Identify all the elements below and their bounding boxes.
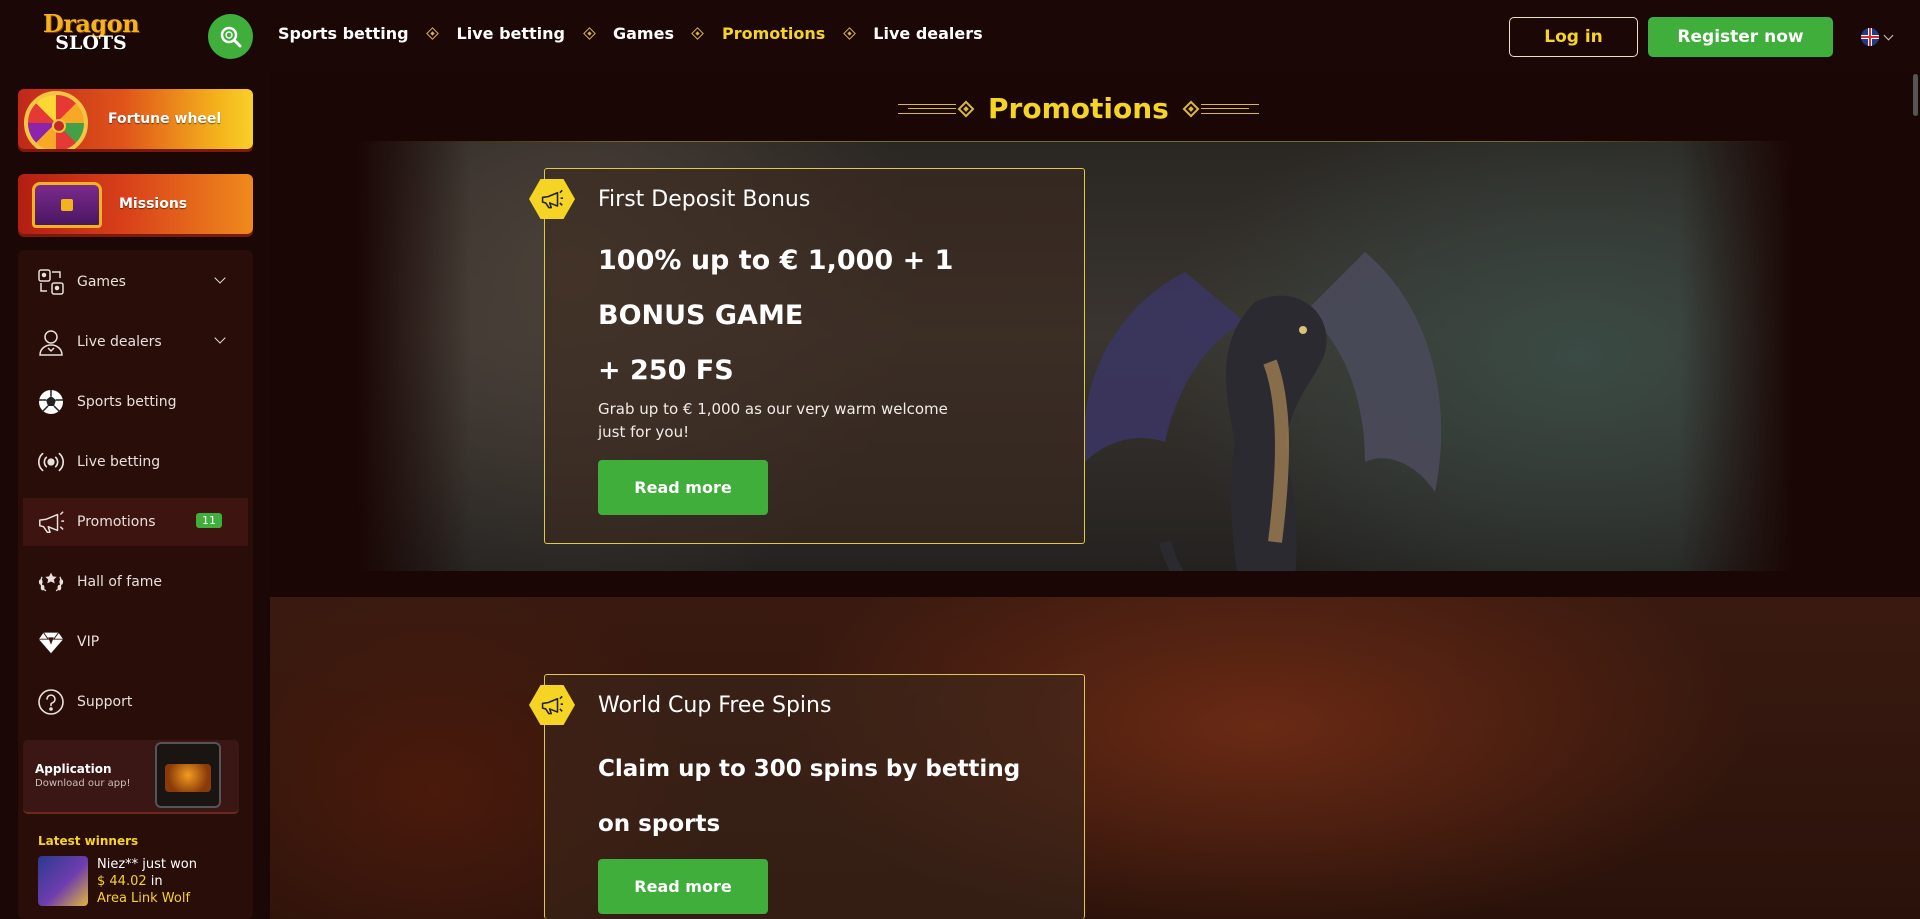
nav-separator [825,27,873,40]
sidebar-item-hall-of-fame[interactable]: Hall of fame [23,558,248,606]
sidebar: Fortune wheel Missions Games Live dealer… [0,72,270,919]
winner-game-thumbnail[interactable] [38,856,88,906]
sidebar-item-live-dealers[interactable]: Live dealers [23,318,248,366]
promo-headline-line: BONUS GAME [598,300,804,331]
promo-card-world-cup: World Cup Free Spins Claim up to 300 spi… [529,674,1085,919]
chevron-down-icon [1883,30,1894,40]
page-title-block: Promotions [898,92,1259,125]
diamond-icon [691,27,705,40]
main-nav: Sports betting Live betting Games Promot… [278,24,983,43]
read-more-button[interactable]: Read more [598,460,768,515]
megaphone-icon [37,508,65,536]
uk-flag-icon [1861,28,1879,46]
chevron-down-icon [214,332,226,344]
missions-button[interactable]: Missions [18,174,253,234]
diamond-icon [582,27,596,40]
soccer-ball-icon [37,388,65,416]
question-icon [37,688,65,716]
sidebar-item-label: Promotions [77,514,156,530]
nav-promotions[interactable]: Promotions [722,24,825,43]
sidebar-item-sports-betting[interactable]: Sports betting [23,378,248,426]
sidebar-item-label: Live dealers [77,334,162,350]
app-download-card[interactable]: Application Download our app! [23,740,239,814]
sidebar-item-label: Sports betting [77,394,177,410]
fortune-wheel-icon [24,91,88,149]
sidebar-item-vip[interactable]: VIP [23,618,248,666]
promotions-count-badge: 11 [196,513,222,528]
nav-sports-betting[interactable]: Sports betting [278,24,409,43]
sidebar-item-label: Games [77,274,126,290]
page-title: Promotions [988,92,1169,125]
sidebar-item-support[interactable]: Support [23,678,248,726]
title-ornament-left [898,100,976,117]
dragon-illustration [1083,252,1442,571]
sidebar-menu: Games Live dealers Sports betting Live b… [18,250,253,919]
games-icon [37,268,65,296]
winner-amount-line: $ 44.02 in [97,873,197,890]
nav-live-betting[interactable]: Live betting [457,24,565,43]
nav-separator [409,27,457,40]
winner-name: Niez** just won [97,857,197,872]
login-button[interactable]: Log in [1509,17,1638,57]
sidebar-item-games[interactable]: Games [23,258,248,306]
promo-title: World Cup Free Spins [598,693,832,718]
sidebar-item-live-betting[interactable]: Live betting [23,438,248,486]
main-content: Promotions First Deposit Bonus 100% up t… [270,72,1920,919]
broadcast-icon [37,448,65,476]
promo-headline-line: 100% up to € 1,000 + 1 [598,245,954,276]
language-selector[interactable] [1861,28,1894,46]
sidebar-item-label: Hall of fame [77,574,163,590]
logo-line-2: SLOTS [55,31,127,54]
treasure-chest-icon [32,182,102,228]
promo-card-first-deposit: First Deposit Bonus 100% up to € 1,000 +… [529,168,1085,544]
header: Dragon SLOTS Sports betting Live betting… [0,0,1920,72]
sidebar-item-promotions[interactable]: Promotions 11 [23,498,248,546]
brand-logo[interactable]: Dragon SLOTS [36,8,146,56]
winner-in: in [150,874,163,889]
promo-banner-image-2 [270,597,1920,919]
nav-separator [565,27,613,40]
nav-live-dealers[interactable]: Live dealers [873,24,982,43]
promo-description: Grab up to € 1,000 as our very warm welc… [598,400,948,441]
chevron-down-icon [214,272,226,284]
diamond-icon [842,27,856,40]
title-ornament-right [1181,100,1259,117]
winner-game[interactable]: Area Link Wolf [97,890,197,907]
winner-entry: Niez** just won $ 44.02 in Area Link Wol… [97,856,197,907]
winner-amount: $ 44.02 [97,874,147,889]
missions-label: Missions [119,196,188,212]
fortune-wheel-label: Fortune wheel [108,111,222,127]
nav-separator [674,27,722,40]
promo-headline-line: + 250 FS [598,355,734,386]
read-more-button[interactable]: Read more [598,859,768,914]
promo-headline-line: on sports [598,811,721,837]
fortune-wheel-button[interactable]: Fortune wheel [18,89,253,149]
laurel-icon [37,568,65,596]
sidebar-item-label: Live betting [77,454,161,470]
promo-headline-line: Claim up to 300 spins by betting [598,756,1021,782]
register-button[interactable]: Register now [1648,17,1833,57]
app-title: Application [35,762,112,776]
scrollbar[interactable] [1913,74,1918,116]
search-icon [220,26,241,47]
phone-app-image [155,742,221,808]
dealer-icon [37,328,65,356]
latest-winners-title: Latest winners [38,834,139,848]
diamond-icon [426,27,439,40]
diamond-icon [37,628,65,656]
nav-games[interactable]: Games [613,24,674,43]
app-subtitle: Download our app! [35,778,131,789]
sidebar-item-label: Support [77,694,133,710]
sidebar-item-label: VIP [77,634,100,650]
search-button[interactable] [208,14,253,59]
promo-title: First Deposit Bonus [598,187,811,212]
